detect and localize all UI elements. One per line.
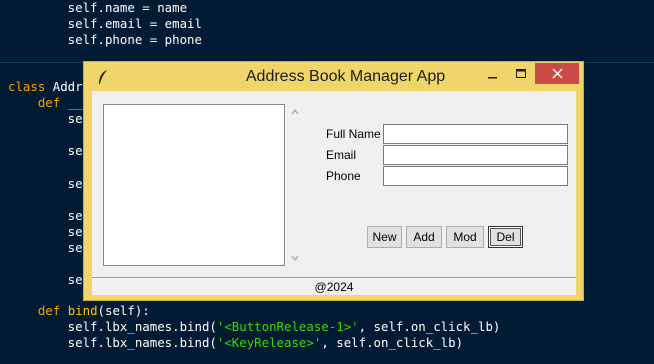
code-token: bind bbox=[67, 303, 98, 318]
add-button[interactable]: Add bbox=[406, 226, 442, 248]
code-line: se bbox=[8, 240, 83, 256]
del-button[interactable]: Del bbox=[488, 226, 523, 248]
code-line: se bbox=[8, 176, 83, 192]
close-button[interactable] bbox=[535, 63, 579, 84]
code-token: se bbox=[8, 224, 83, 239]
code-token: def bbox=[8, 95, 68, 110]
code-line: def __ bbox=[8, 95, 83, 111]
minimize-button[interactable] bbox=[482, 63, 504, 84]
code-token: , self.on_click_lb) bbox=[358, 319, 501, 334]
code-line: self.lbx_names.bind('<ButtonRelease-1>',… bbox=[8, 319, 501, 335]
full-name-field[interactable] bbox=[383, 124, 568, 144]
status-bar: @2024 bbox=[92, 277, 576, 295]
code-line: self.phone = phone bbox=[8, 32, 202, 48]
code-token: (self): bbox=[97, 303, 150, 318]
code-token: se bbox=[8, 272, 83, 287]
code-token: def bbox=[8, 303, 68, 318]
scroll-up-icon[interactable] bbox=[290, 107, 300, 117]
email-label: Email bbox=[326, 148, 357, 162]
maximize-icon bbox=[515, 68, 526, 78]
code-token: self.lbx_names.bind( bbox=[8, 335, 217, 350]
title-bar: Address Book Manager App bbox=[84, 62, 583, 91]
code-token: se bbox=[8, 143, 83, 158]
maximize-button[interactable] bbox=[508, 63, 534, 84]
code-line: self.lbx_names.bind('<KeyRelease>', self… bbox=[8, 335, 463, 351]
code-token: , self.on_click_lb) bbox=[321, 335, 464, 350]
client-area: Full Name Email Phone New Add Mod Del @2… bbox=[92, 91, 576, 295]
scroll-down-icon[interactable] bbox=[290, 253, 300, 263]
code-token: class bbox=[8, 79, 53, 94]
code-token: self.email = email bbox=[8, 16, 202, 31]
code-token: se bbox=[8, 111, 83, 126]
full-name-label: Full Name bbox=[326, 127, 381, 141]
code-line: se bbox=[8, 208, 83, 224]
code-line: class Addr bbox=[8, 79, 83, 95]
mod-button[interactable]: Mod bbox=[446, 226, 484, 248]
code-token: self.lbx_names.bind( bbox=[8, 319, 217, 334]
code-line: def bind(self): bbox=[8, 303, 150, 319]
close-icon bbox=[552, 68, 562, 79]
code-line: se bbox=[8, 143, 83, 159]
code-line: self.email = email bbox=[8, 16, 202, 32]
code-line: se bbox=[8, 224, 83, 240]
code-line: se bbox=[8, 111, 83, 127]
code-token: __ bbox=[67, 95, 83, 110]
code-line: se bbox=[8, 272, 83, 288]
code-token: '<KeyRelease>' bbox=[216, 335, 322, 350]
phone-label: Phone bbox=[326, 169, 361, 183]
phone-field[interactable] bbox=[383, 166, 568, 186]
code-line: self.name = name bbox=[8, 0, 187, 16]
app-window: Address Book Manager App Full Name Email… bbox=[83, 61, 584, 301]
names-listbox[interactable] bbox=[103, 104, 285, 266]
new-button[interactable]: New bbox=[367, 226, 402, 248]
email-field[interactable] bbox=[383, 145, 568, 165]
code-token: Addr bbox=[52, 79, 83, 94]
code-token: '<ButtonRelease-1>' bbox=[216, 319, 359, 334]
code-token: self.name = name bbox=[8, 0, 188, 15]
code-token: se bbox=[8, 176, 83, 191]
listbox-scrollbar[interactable] bbox=[288, 104, 302, 266]
minimize-icon bbox=[488, 76, 497, 78]
code-token: se bbox=[8, 240, 83, 255]
code-token: se bbox=[8, 208, 83, 223]
code-token: self.phone = phone bbox=[8, 32, 202, 47]
